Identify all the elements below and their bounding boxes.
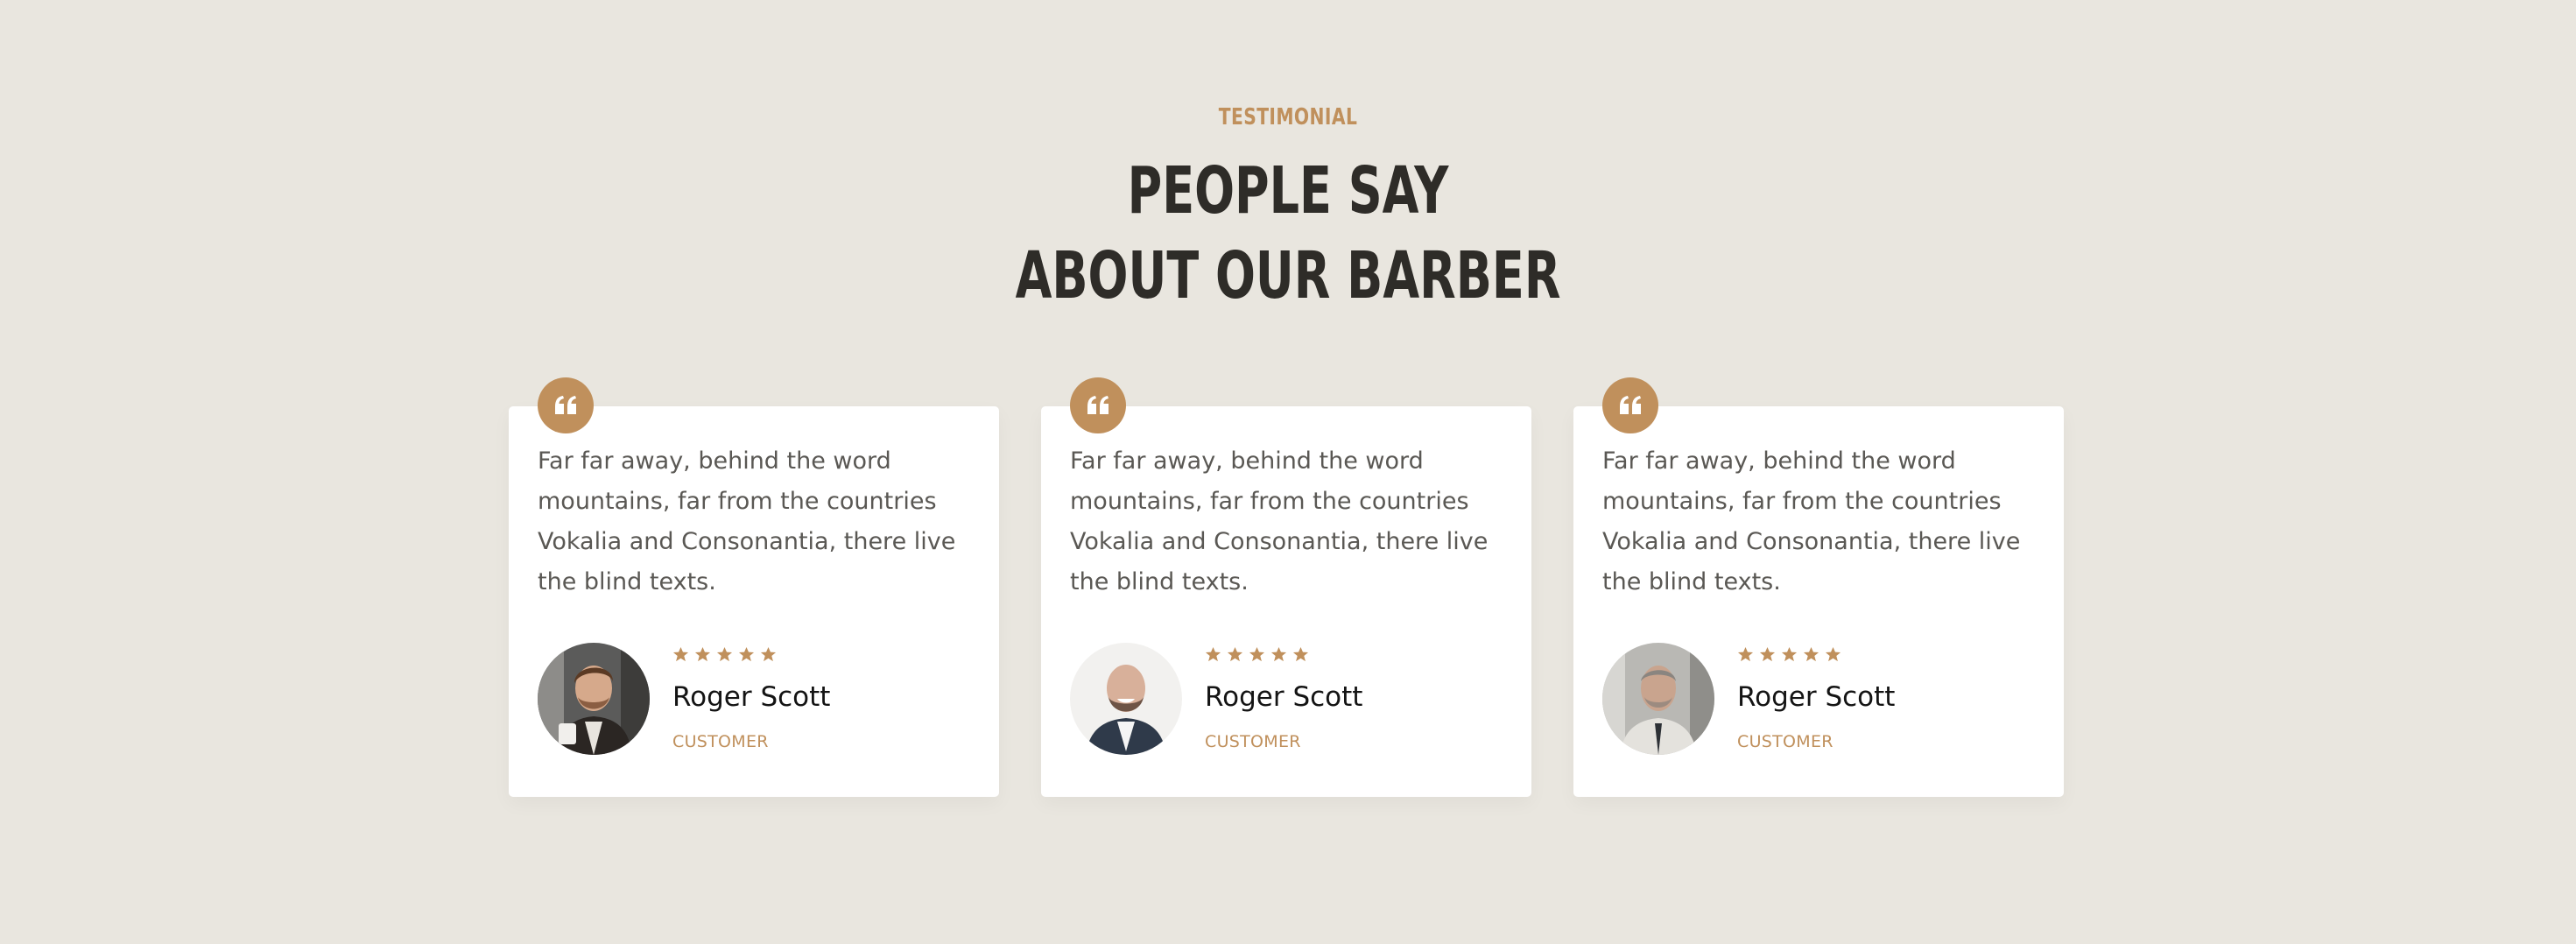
quote-icon (1070, 377, 1126, 433)
testimonial-text: Far far away, behind the word mountains,… (1070, 447, 1489, 595)
rating-stars (1205, 646, 1309, 663)
testimonial-text: Far far away, behind the word mountains,… (1602, 447, 2021, 595)
star-icon (738, 646, 755, 662)
rating-stars (672, 646, 777, 663)
star-icon (1227, 646, 1243, 662)
avatar (1602, 643, 1714, 755)
testimonial-card: Far far away, behind the word mountains,… (509, 377, 999, 797)
star-icon (694, 646, 711, 662)
quote-icon (538, 377, 594, 433)
star-icon (1270, 646, 1287, 662)
star-icon (1781, 646, 1798, 662)
star-icon (1759, 646, 1776, 662)
star-icon (716, 646, 733, 662)
testimonial-text: Far far away, behind the word mountains,… (538, 447, 956, 595)
customer-role: CUSTOMER (672, 732, 769, 751)
quote-icon (1602, 377, 1658, 433)
star-icon (1825, 646, 1841, 662)
avatar (538, 643, 650, 755)
star-icon (672, 646, 689, 662)
customer-name: Roger Scott (672, 681, 831, 713)
star-icon (1249, 646, 1265, 662)
customer-role: CUSTOMER (1737, 732, 1833, 751)
star-icon (760, 646, 777, 662)
customer-name: Roger Scott (1205, 681, 1363, 713)
testimonial-card: Far far away, behind the word mountains,… (1573, 377, 2064, 797)
avatar (1070, 643, 1182, 755)
testimonial-card: Far far away, behind the word mountains,… (1041, 377, 1531, 797)
star-icon (1292, 646, 1309, 662)
star-icon (1737, 646, 1754, 662)
star-icon (1205, 646, 1221, 662)
testimonial-list: Far far away, behind the word mountains,… (0, 0, 2576, 944)
customer-role: CUSTOMER (1205, 732, 1301, 751)
star-icon (1803, 646, 1819, 662)
customer-name: Roger Scott (1737, 681, 1896, 713)
rating-stars (1737, 646, 1841, 663)
